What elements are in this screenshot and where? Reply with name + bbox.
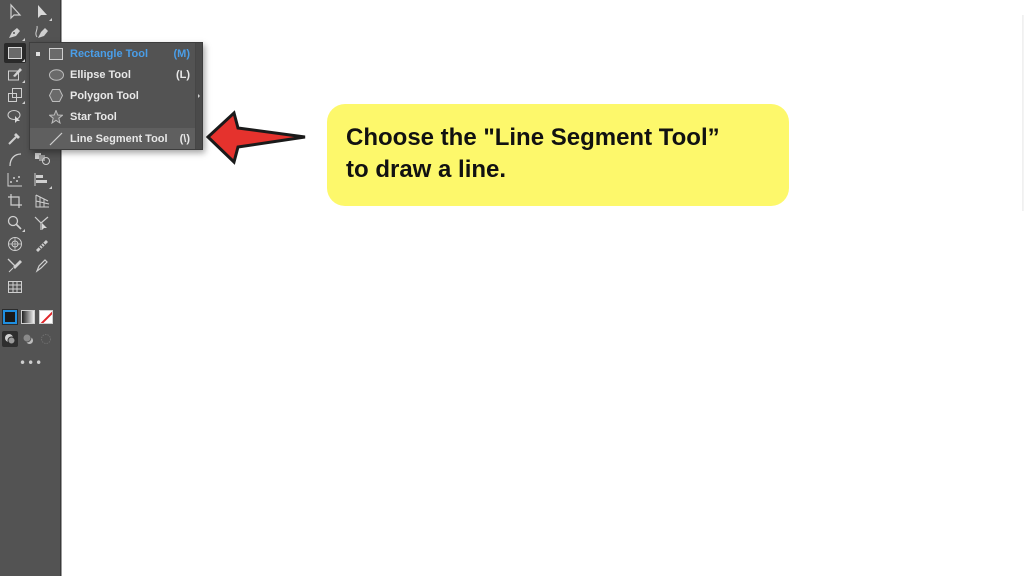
submenu-indicator-icon: [22, 59, 25, 62]
star-icon: [48, 109, 64, 125]
scale-tool[interactable]: [4, 85, 26, 105]
zoom-tool[interactable]: [4, 213, 26, 233]
scale-icon: [8, 88, 22, 102]
curvature-tool[interactable]: [31, 22, 53, 42]
draw-inside-button[interactable]: [38, 331, 54, 347]
shaper-tool[interactable]: [4, 64, 26, 84]
draw-behind-button[interactable]: [20, 331, 36, 347]
eyedropper-icon: [8, 133, 20, 145]
paintbrush-icon: [35, 259, 48, 273]
draw-normal-icon: [5, 334, 16, 345]
draw-normal-button[interactable]: [2, 331, 18, 347]
bar-graph-tool[interactable]: [31, 170, 53, 190]
arc-icon: [9, 153, 22, 167]
lasso-tool[interactable]: [4, 106, 26, 126]
line-segment-icon: [48, 131, 64, 147]
scatter-graph-tool[interactable]: [4, 170, 26, 190]
grid-icon: [8, 281, 22, 293]
submenu-indicator-icon: [22, 229, 25, 232]
selection-arrow-icon: [10, 3, 22, 20]
tearoff-arrow-icon: [198, 94, 200, 98]
blob-brush-icon: [36, 240, 48, 252]
ellipse-icon: [48, 67, 64, 83]
callout-line-1: Choose the "Line Segment Tool”: [346, 124, 720, 151]
crop-icon: [8, 194, 22, 208]
none-swatch[interactable]: [39, 310, 53, 324]
arc-tool[interactable]: [4, 149, 26, 169]
crop-tool[interactable]: [4, 191, 26, 211]
menu-item-ellipse-tool[interactable]: Ellipse Tool (L): [30, 64, 196, 85]
menu-item-label: Star Tool: [70, 110, 117, 123]
scatter-graph-icon: [7, 173, 22, 187]
blend-icon: [35, 153, 50, 165]
menu-item-label: Rectangle Tool: [70, 47, 149, 60]
menu-item-shortcut: (\): [179, 132, 190, 145]
paintbrush-tool[interactable]: [31, 255, 53, 275]
pen-tool[interactable]: [4, 22, 26, 42]
eyedropper-tool[interactable]: [4, 128, 26, 148]
rectangle-icon: [48, 46, 64, 62]
pointer-arrow-icon: [205, 110, 306, 165]
direct-selection-tool[interactable]: [31, 2, 53, 22]
submenu-indicator-icon: [49, 18, 52, 21]
perspective-grid-icon: [35, 194, 50, 208]
polygon-icon: [48, 88, 64, 104]
mesh-tool[interactable]: [4, 277, 26, 297]
submenu-indicator-icon: [22, 101, 25, 104]
menu-item-line-segment-tool[interactable]: Line Segment Tool (\): [30, 128, 196, 149]
puppet-warp-icon: [34, 216, 49, 230]
menu-item-label: Line Segment Tool: [70, 132, 168, 145]
direct-selection-arrow-icon: [38, 5, 47, 18]
callout-line-2: to draw a line.: [346, 156, 507, 183]
bar-graph-icon: [34, 173, 47, 186]
rectangle-tool[interactable]: [4, 43, 26, 63]
shape-tools-flyout: Rectangle Tool (M) Ellipse Tool (L) Poly…: [29, 42, 203, 150]
knife-icon: [7, 258, 22, 273]
menu-item-rectangle-tool[interactable]: Rectangle Tool (M): [30, 43, 196, 64]
submenu-indicator-icon: [22, 80, 25, 83]
stroke-color-swatch[interactable]: [2, 309, 18, 325]
submenu-indicator-icon: [22, 38, 25, 41]
menu-item-shortcut: (M): [173, 47, 191, 60]
selection-tool[interactable]: [4, 2, 26, 22]
edit-toolbar-button[interactable]: •••: [19, 357, 42, 370]
curvature-pen-icon: [35, 25, 48, 38]
knife-tool[interactable]: [4, 255, 26, 275]
selected-indicator-icon: [36, 51, 40, 56]
none-slash-icon: [40, 311, 52, 323]
menu-item-polygon-tool[interactable]: Polygon Tool: [30, 85, 196, 106]
menu-item-shortcut: (L): [175, 68, 190, 81]
draw-behind-icon: [22, 333, 33, 344]
pen-icon: [9, 28, 20, 38]
menu-item-label: Polygon Tool: [70, 89, 139, 102]
symbol-sprayer-icon: [8, 237, 22, 251]
gradient-swatch[interactable]: [21, 310, 35, 324]
magnifier-icon: [7, 215, 22, 230]
blend-tool[interactable]: [31, 149, 53, 169]
perspective-grid-tool[interactable]: [31, 191, 53, 211]
lasso-icon: [7, 110, 21, 123]
submenu-indicator-icon: [49, 186, 52, 189]
shaper-icon: [8, 68, 22, 81]
blob-brush-tool[interactable]: [31, 234, 53, 254]
puppet-warp-tool[interactable]: [31, 213, 53, 233]
instruction-callout: Choose the "Line Segment Tool” to draw a…: [327, 104, 789, 206]
menu-item-label: Ellipse Tool: [70, 68, 131, 81]
menu-item-star-tool[interactable]: Star Tool: [30, 106, 196, 127]
rectangle-icon: [8, 47, 22, 59]
draw-inside-icon: [41, 334, 51, 344]
symbol-sprayer-tool[interactable]: [4, 234, 26, 254]
